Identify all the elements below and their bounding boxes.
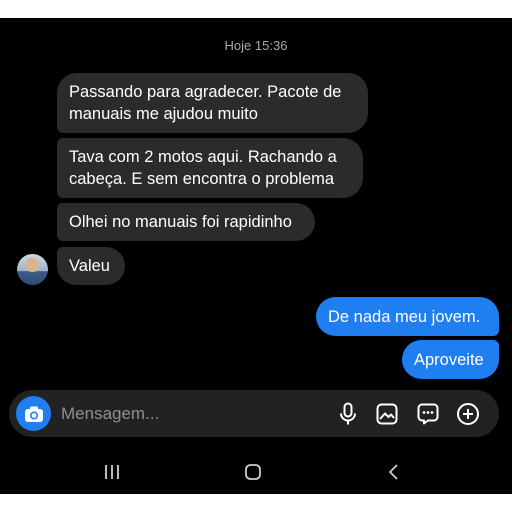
message-text: Aproveite	[414, 351, 484, 369]
system-navigation-bar	[0, 450, 512, 494]
message-text: manuais me ajudou muito	[69, 105, 258, 123]
add-button[interactable]	[455, 401, 481, 427]
incoming-message[interactable]: Olhei no manuais foi rapidinho	[57, 203, 315, 241]
add-icon	[457, 403, 479, 425]
chat-screen: Hoje 15:36 Passando para agradecer. Paco…	[0, 18, 512, 494]
outgoing-message[interactable]: Aproveite	[402, 340, 499, 379]
date-separator: Hoje 15:36	[224, 38, 288, 53]
contact-avatar[interactable]	[17, 254, 48, 285]
message-text: Passando para agradecer. Pacote de	[69, 83, 342, 101]
back-button[interactable]	[374, 458, 414, 486]
sticker-button[interactable]	[415, 401, 441, 427]
message-text: Valeu	[69, 257, 110, 275]
message-text: Tava com 2 motos aqui. Rachando a	[69, 148, 337, 166]
outgoing-message[interactable]: De nada meu jovem.	[316, 297, 499, 336]
back-icon	[389, 464, 398, 480]
gallery-button[interactable]	[374, 401, 400, 427]
microphone-button[interactable]	[335, 401, 361, 427]
recent-apps-button[interactable]	[92, 458, 132, 486]
home-icon	[245, 464, 261, 480]
recent-apps-icon	[105, 465, 119, 479]
camera-button[interactable]	[16, 396, 51, 431]
message-text: cabeça. E sem encontra o problema	[69, 170, 335, 188]
sticker-icon	[417, 403, 439, 425]
home-button[interactable]	[233, 458, 273, 486]
message-text: Olhei no manuais foi rapidinho	[69, 213, 292, 231]
message-input[interactable]	[61, 390, 311, 437]
microphone-icon	[340, 402, 356, 425]
message-text: De nada meu jovem.	[328, 308, 481, 326]
incoming-message[interactable]: Valeu	[57, 247, 125, 285]
gallery-icon	[376, 403, 398, 425]
camera-icon	[24, 406, 43, 422]
incoming-message[interactable]: Passando para agradecer. Pacote de manua…	[57, 73, 368, 133]
message-composer	[9, 390, 499, 437]
incoming-message[interactable]: Tava com 2 motos aqui. Rachando a cabeça…	[57, 138, 363, 198]
